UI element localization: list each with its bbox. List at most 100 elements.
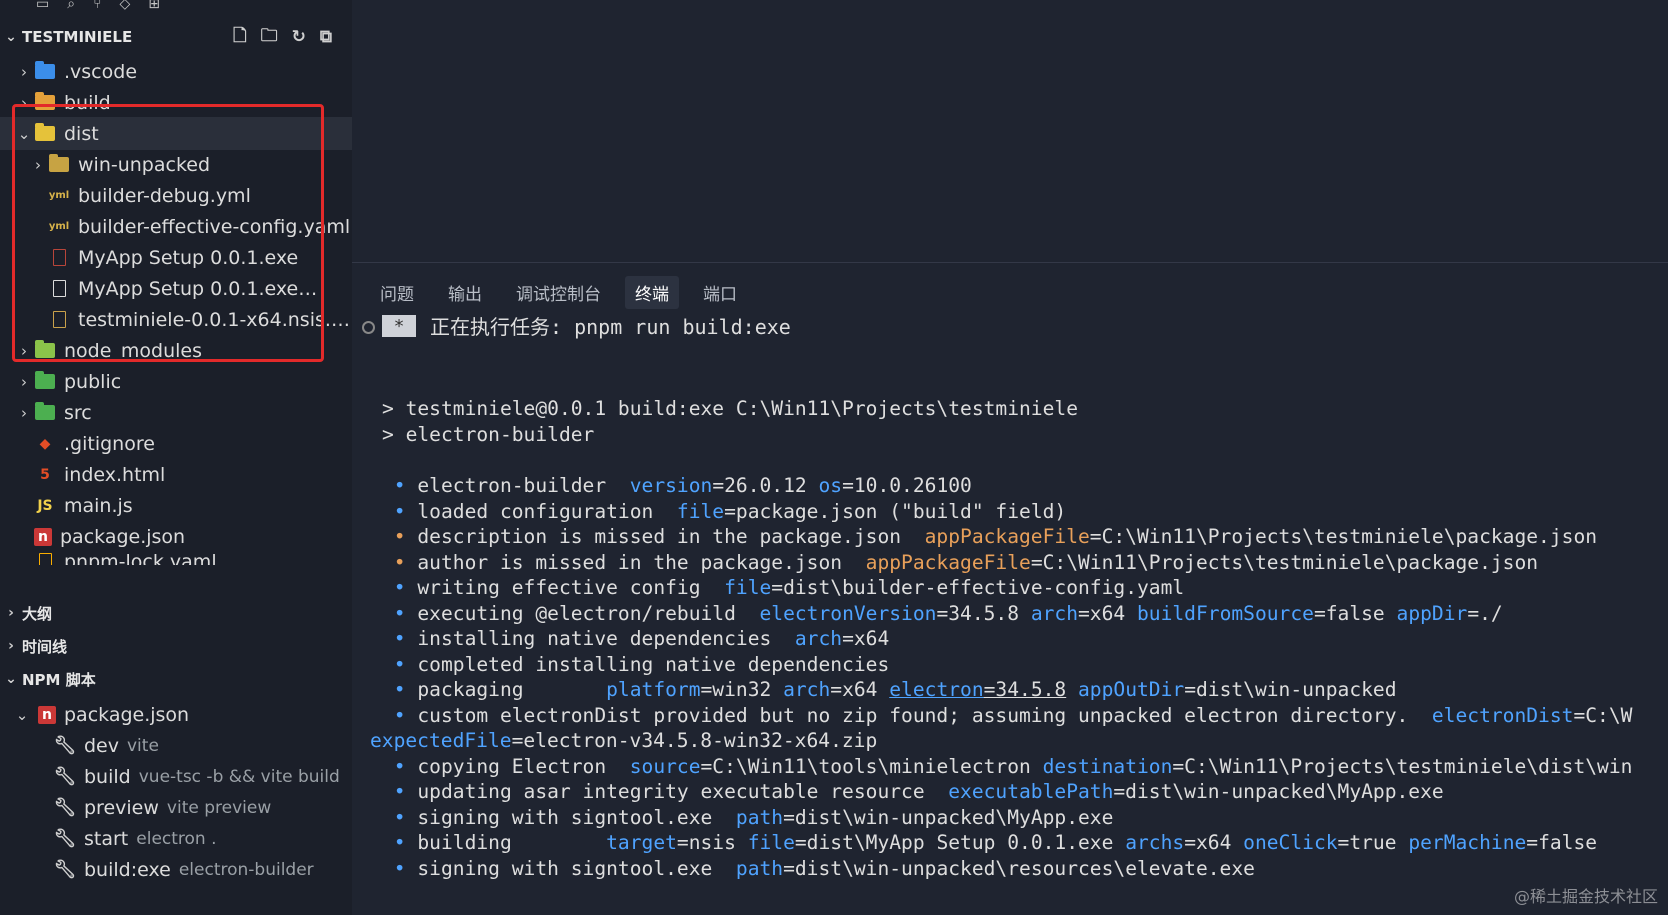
terminal-log-line: • copying Electron source=C:\Win11\tools… xyxy=(382,754,1633,778)
npm-script-command: electron-builder xyxy=(178,859,314,880)
tree-item[interactable]: MyApp Setup 0.0.1.exe xyxy=(0,241,352,274)
tree-item[interactable]: testminiele-0.0.1-x64.nsis.7z xyxy=(0,303,352,336)
chevron-down-icon: ⌄ xyxy=(5,29,17,45)
chevron-right-icon: › xyxy=(8,638,14,654)
tree-item[interactable]: n package.json xyxy=(0,520,352,553)
collapse-all-icon[interactable]: ⧉ xyxy=(320,27,332,47)
tree-item[interactable]: yml builder-effective-config.yaml xyxy=(0,210,352,243)
npm-scripts-section-header[interactable]: ⌄ NPM 脚本 xyxy=(0,664,352,694)
bullet-icon: • xyxy=(382,754,418,778)
bullet-icon: • xyxy=(382,474,418,497)
tree-item[interactable]: ◆ .gitignore xyxy=(0,427,352,460)
tree-item[interactable]: › win-unpacked xyxy=(0,148,352,181)
bullet-icon: • xyxy=(382,831,418,854)
chevron-down-icon: ⌄ xyxy=(17,124,31,143)
tree-item-label: package.json xyxy=(60,525,186,548)
terminal[interactable]: * 正在执行任务: pnpm run build:exe > testminie… xyxy=(352,310,1668,915)
npm-package-item[interactable]: ⌄ n package.json xyxy=(0,698,352,731)
new-file-icon[interactable]: 🗋 xyxy=(233,23,247,52)
build-folder-icon xyxy=(34,92,56,113)
npm-script-command: vite xyxy=(127,735,159,756)
npm-script-name: preview xyxy=(84,796,159,819)
tab-terminal[interactable]: 终端 xyxy=(625,275,679,309)
npm-script-name: start xyxy=(84,827,129,850)
explorer-actions: 🗋 🗀 ↻ ⧉ xyxy=(233,22,332,52)
terminal-log-line: • signing with signtool.exe path=dist\wi… xyxy=(382,805,1114,829)
tab-problems[interactable]: 问题 xyxy=(370,276,424,309)
exe-icon xyxy=(48,248,70,268)
npm-script-name: build:exe xyxy=(84,858,171,881)
terminal-log-line: • signing with signtool.exe path=dist\wi… xyxy=(382,856,1255,880)
source-control-icon[interactable]: ⑂ xyxy=(93,0,101,11)
npm-icon: n xyxy=(38,705,56,724)
tree-item-label: .gitignore xyxy=(64,432,155,455)
extensions-icon[interactable]: ◇ xyxy=(119,0,130,11)
panel-border xyxy=(352,262,1668,263)
remote-icon[interactable]: ⊞ xyxy=(148,0,160,11)
bullet-icon: • xyxy=(382,678,418,701)
git-icon: ◆ xyxy=(39,435,51,452)
tree-item-label: builder-debug.yml xyxy=(78,184,251,207)
folder-icon xyxy=(48,154,70,175)
task-status-icon xyxy=(362,321,375,334)
watermark: @稀土掘金技术社区 xyxy=(1513,887,1658,906)
bullet-icon: • xyxy=(382,652,418,676)
tree-item[interactable]: pnpm-lock.yaml xyxy=(0,551,352,565)
chevron-down-icon: ⌄ xyxy=(15,705,29,724)
explorer-section-header[interactable]: ⌄ TESTMINIELE 🗋 🗀 ↻ ⧉ xyxy=(0,22,352,52)
new-folder-icon[interactable]: 🗀 xyxy=(261,23,278,52)
tree-item[interactable]: › .vscode xyxy=(0,55,352,88)
chevron-right-icon: › xyxy=(21,93,27,112)
npm-script-item[interactable]: 🔧︎ build:exe electron-builder xyxy=(0,853,352,886)
npm-script-item[interactable]: 🔧︎ dev vite xyxy=(0,729,352,762)
timeline-title: 时间线 xyxy=(22,637,68,656)
npm-script-item[interactable]: 🔧︎ build vue-tsc -b && vite build xyxy=(0,760,352,793)
chevron-right-icon: › xyxy=(8,605,14,621)
tab-ports[interactable]: 端口 xyxy=(693,276,747,309)
src-folder-icon xyxy=(34,402,56,423)
tree-item[interactable]: JS main.js xyxy=(0,489,352,522)
archive-icon xyxy=(48,310,70,330)
npm-script-command: electron . xyxy=(136,828,217,849)
explorer-view-icon[interactable]: ▭ xyxy=(36,0,49,11)
npm-script-command: vue-tsc -b && vite build xyxy=(138,766,340,787)
tab-debug-console[interactable]: 调试控制台 xyxy=(506,276,611,309)
search-view-icon[interactable]: ⌕ xyxy=(67,0,75,11)
bullet-icon: • xyxy=(382,550,418,574)
npm-script-item[interactable]: 🔧︎ start electron . xyxy=(0,822,352,855)
refresh-icon[interactable]: ↻ xyxy=(292,27,306,47)
html-icon: 5 xyxy=(40,466,50,483)
terminal-log-line: expectedFile=electron-v34.5.8-win32-x64.… xyxy=(370,729,878,752)
wrench-icon: 🔧︎ xyxy=(53,797,77,818)
tree-item[interactable]: MyApp Setup 0.0.1.exe.blockmap xyxy=(0,272,352,305)
tree-item-label: pnpm-lock.yaml xyxy=(64,551,217,565)
npm-script-item[interactable]: 🔧︎ preview vite preview xyxy=(0,791,352,824)
dist-folder-icon xyxy=(34,123,56,144)
tab-output[interactable]: 输出 xyxy=(438,276,492,309)
pnpm-icon xyxy=(34,551,56,565)
tree-item[interactable]: yml builder-debug.yml xyxy=(0,179,352,212)
js-icon: JS xyxy=(37,497,53,514)
chevron-right-icon: › xyxy=(35,155,41,174)
tree-item[interactable]: 5 index.html xyxy=(0,458,352,491)
bullet-icon: • xyxy=(382,499,418,523)
outline-section-header[interactable]: › 大纲 xyxy=(0,598,352,628)
task-line: * 正在执行任务: pnpm run build:exe xyxy=(352,312,1252,342)
vscode-folder-icon xyxy=(34,61,56,82)
tree-item[interactable]: › node_modules xyxy=(0,334,352,367)
tree-item[interactable]: ⌄ dist xyxy=(0,117,352,150)
tree-item[interactable]: › build xyxy=(0,86,352,119)
tree-item-label: src xyxy=(64,401,92,424)
wrench-icon: 🔧︎ xyxy=(53,828,77,849)
sidebar-toolbar: ▭ ⌕ ⑂ ◇ ⊞ xyxy=(0,0,352,20)
tree-item[interactable]: › public xyxy=(0,365,352,398)
terminal-log-line: • installing native dependencies arch=x6… xyxy=(382,627,890,650)
chevron-down-icon: ⌄ xyxy=(5,671,17,687)
tree-item[interactable]: › src xyxy=(0,396,352,429)
tree-item-label: index.html xyxy=(64,463,166,486)
tree-item-label: win-unpacked xyxy=(78,153,211,176)
wrench-icon: 🔧︎ xyxy=(53,766,77,787)
timeline-section-header[interactable]: › 时间线 xyxy=(0,631,352,661)
terminal-log-line: • packaging platform=win32 arch=x64 elec… xyxy=(382,678,1397,701)
bullet-icon: • xyxy=(382,576,418,599)
